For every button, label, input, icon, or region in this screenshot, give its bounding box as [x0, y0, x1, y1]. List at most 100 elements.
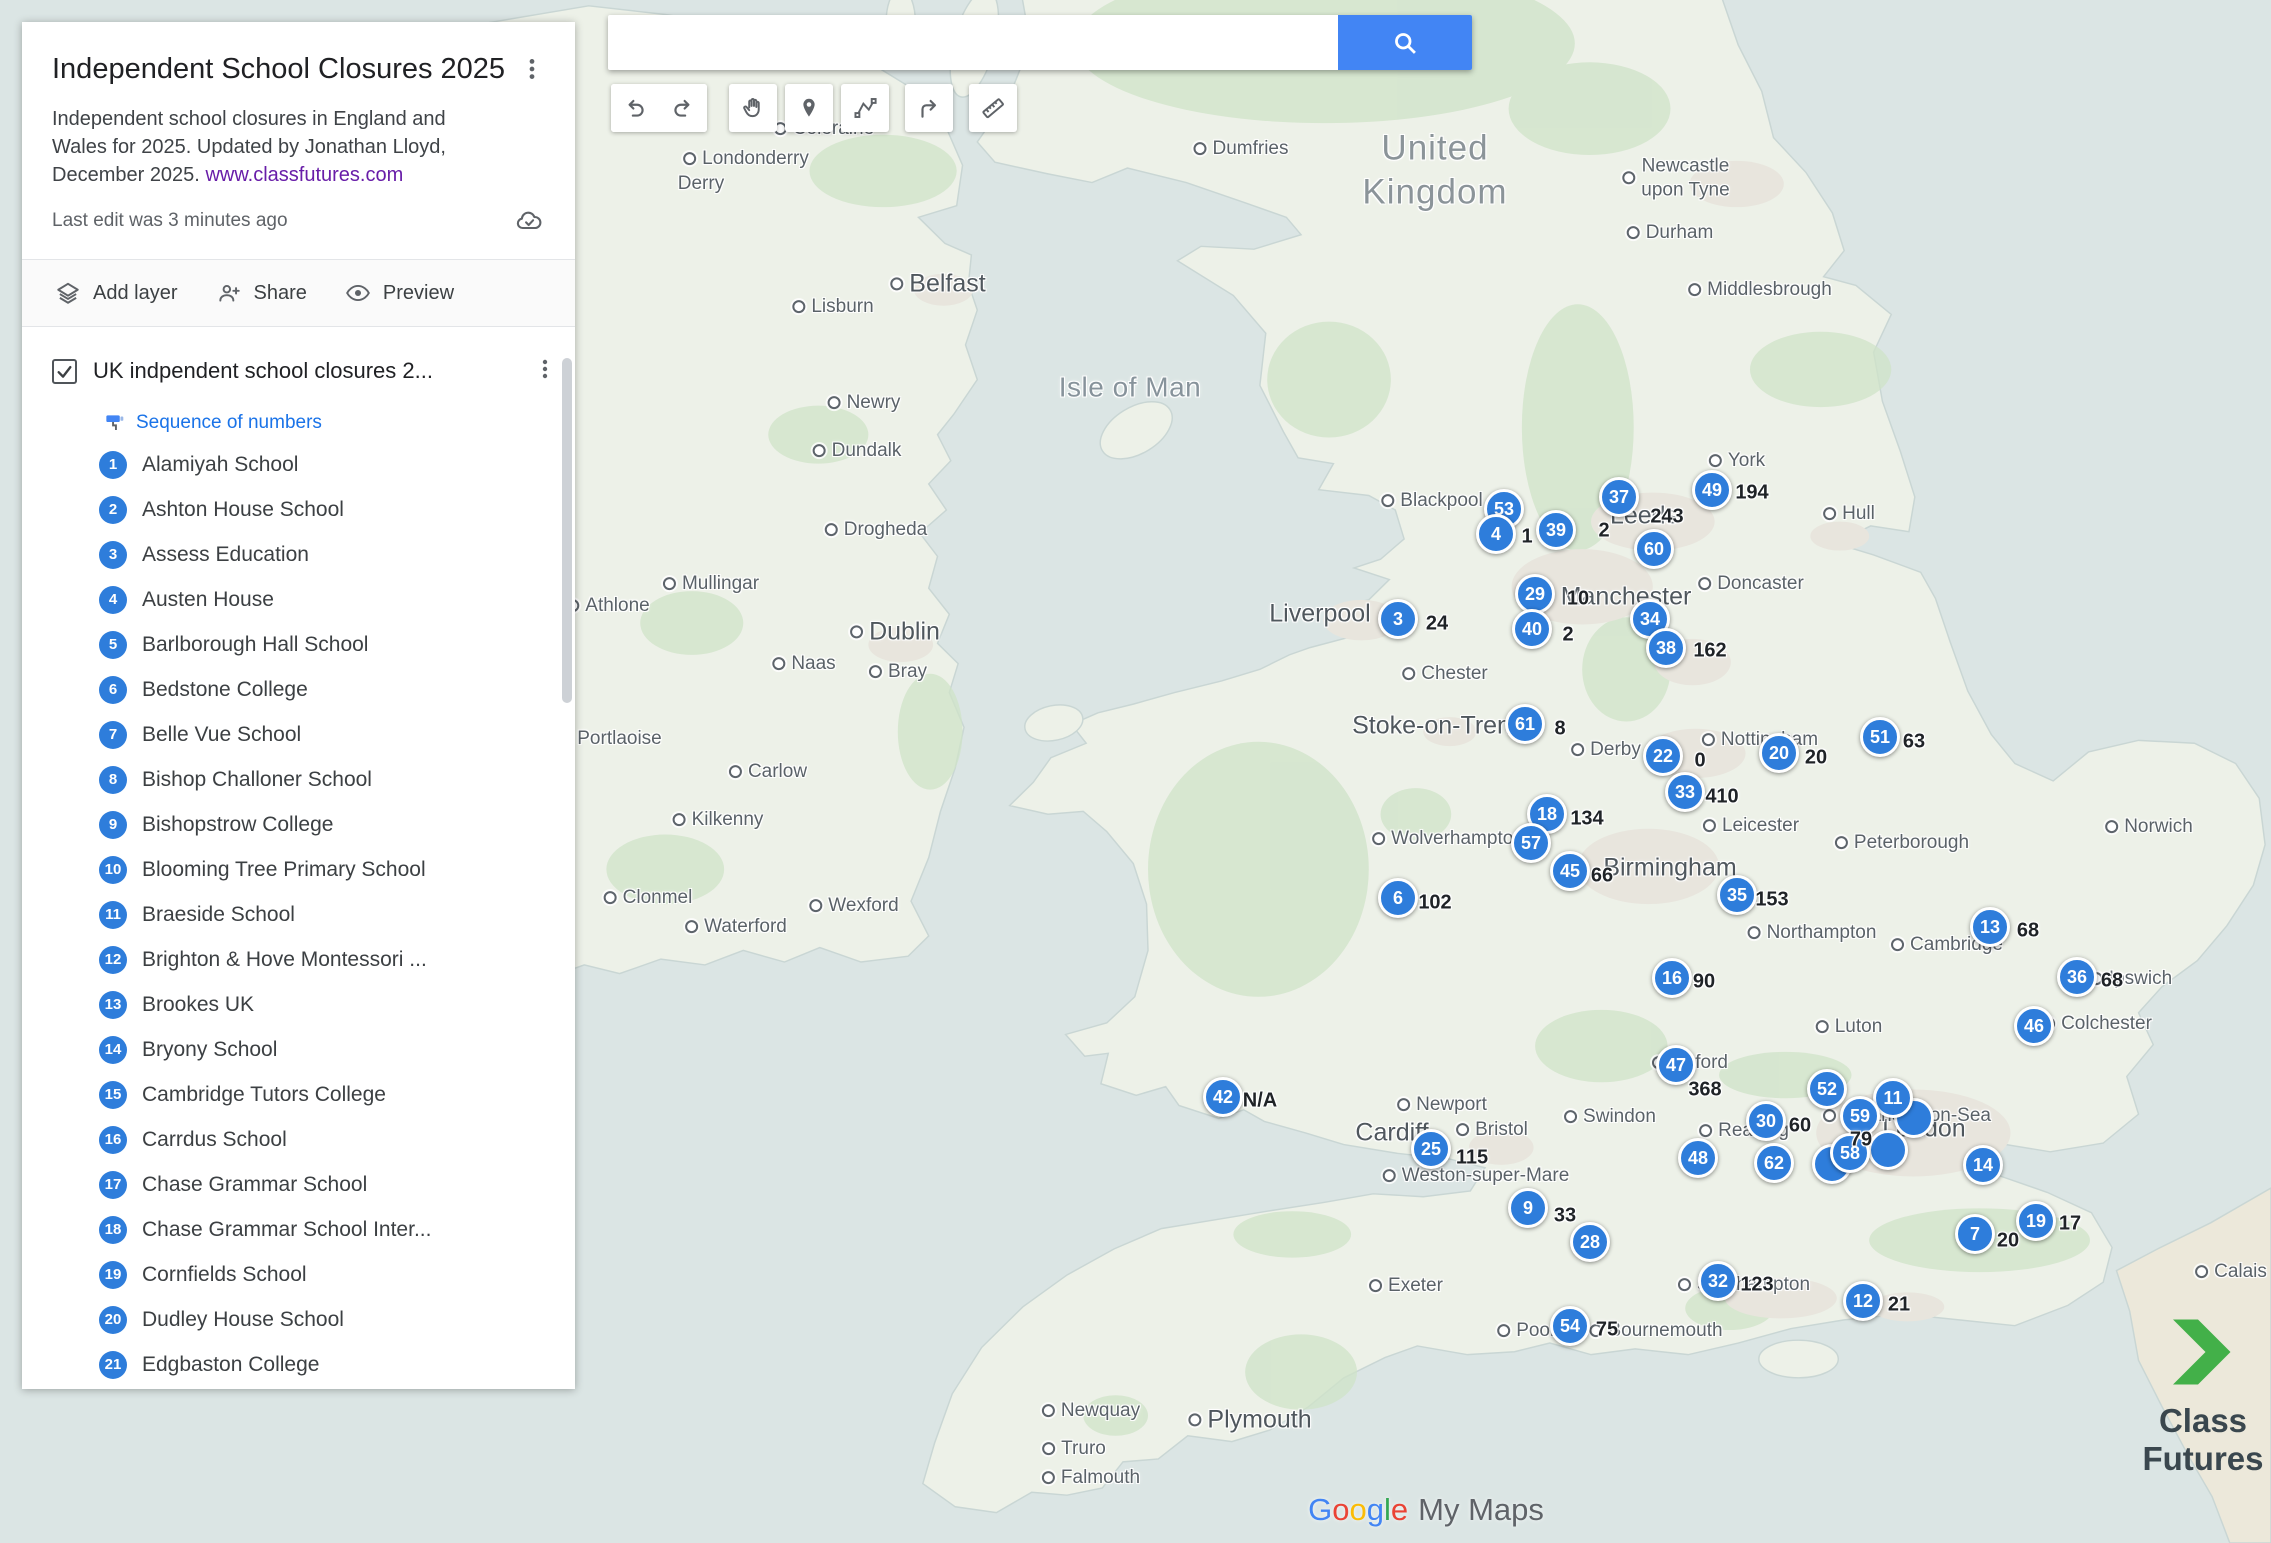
marker-count-label: 2 [1562, 624, 1573, 647]
checkmark-icon [55, 362, 74, 381]
redo-button[interactable] [659, 84, 707, 132]
description-link[interactable]: www.classfutures.com [205, 164, 403, 186]
style-paint-roller-icon [103, 411, 126, 434]
school-number-badge: 19 [99, 1261, 127, 1289]
school-list-item[interactable]: 21 Edgbaston College [22, 1342, 575, 1387]
marker-count-label: 153 [1755, 889, 1788, 912]
pan-tool-button[interactable] [729, 84, 777, 132]
school-number-badge: 7 [99, 721, 127, 749]
school-name: Bishopstrow College [142, 813, 363, 837]
layer-section: UK indpendent school closures 2... Seque… [22, 327, 575, 1387]
class-futures-logo: Class Futures [2118, 1312, 2271, 1478]
kebab-menu-icon [519, 54, 545, 84]
marker-count-label: 368 [1688, 1079, 1721, 1102]
school-list-item[interactable]: 17 Chase Grammar School [22, 1162, 575, 1207]
map-info-panel: Independent School Closures 2025 Indepen… [22, 22, 575, 1389]
school-list-item[interactable]: 5 Barlborough Hall School [22, 622, 575, 667]
measure-tool-button[interactable] [969, 84, 1017, 132]
school-number-badge: 2 [99, 496, 127, 524]
layer-visibility-checkbox[interactable] [52, 359, 77, 384]
marker-count-label: 243 [1650, 506, 1683, 529]
school-name: Assess Education [142, 543, 339, 567]
google-logo-letter: e [1391, 1492, 1408, 1528]
search-input[interactable] [608, 15, 1338, 70]
school-name: Brighton & Hove Montessori ... [142, 948, 457, 972]
school-number-badge: 8 [99, 766, 127, 794]
school-number-badge: 4 [99, 586, 127, 614]
school-list-item[interactable]: 10 Blooming Tree Primary School [22, 847, 575, 892]
map-title: Independent School Closures 2025 [52, 52, 505, 87]
google-logo-letter: o [1332, 1492, 1349, 1528]
school-list-item[interactable]: 1 Alamiyah School [22, 442, 575, 487]
preview-button[interactable]: Preview [345, 280, 454, 306]
school-number-badge: 11 [99, 901, 127, 929]
school-name: Cornfields School [142, 1263, 337, 1287]
school-list-item[interactable]: 12 Brighton & Hove Montessori ... [22, 937, 575, 982]
panel-actions: Add layer Share Preview [22, 260, 575, 326]
school-name: Belle Vue School [142, 723, 331, 747]
school-number-badge: 1 [99, 451, 127, 479]
school-list-item[interactable]: 4 Austen House [22, 577, 575, 622]
school-name: Brookes UK [142, 993, 284, 1017]
marker-count-label: 123 [1740, 1274, 1773, 1297]
marker-count-label: 2 [1598, 520, 1609, 543]
add-marker-tool-button[interactable] [785, 84, 833, 132]
school-number-badge: 21 [99, 1351, 127, 1379]
marker-count-label: 33 [1554, 1205, 1576, 1228]
add-directions-button[interactable] [905, 84, 953, 132]
school-number-badge: 5 [99, 631, 127, 659]
marker-count-label: 75 [1596, 1319, 1618, 1342]
school-list-item[interactable]: 14 Bryony School [22, 1027, 575, 1072]
school-list-item[interactable]: 19 Cornfields School [22, 1252, 575, 1297]
school-list-item[interactable]: 2 Ashton House School [22, 487, 575, 532]
school-list-item[interactable]: 8 Bishop Challoner School [22, 757, 575, 802]
share-button[interactable]: Share [216, 280, 307, 306]
school-name: Chase Grammar School [142, 1173, 397, 1197]
school-name: Austen House [142, 588, 304, 612]
google-my-maps-app: { "colors":{"marker_blue":"#2e7ddb","acc… [0, 0, 2271, 1543]
logo-line1: Class [2118, 1402, 2271, 1440]
school-number-badge: 6 [99, 676, 127, 704]
school-list-item[interactable]: 7 Belle Vue School [22, 712, 575, 757]
school-number-badge: 9 [99, 811, 127, 839]
search-icon [1391, 29, 1419, 57]
school-list-item[interactable]: 11 Braeside School [22, 892, 575, 937]
school-number-badge: 18 [99, 1216, 127, 1244]
school-name: Dudley House School [142, 1308, 374, 1332]
school-list-item[interactable]: 16 Carrdus School [22, 1117, 575, 1162]
school-number-badge: 10 [99, 856, 127, 884]
school-number-badge: 17 [99, 1171, 127, 1199]
school-number-badge: 14 [99, 1036, 127, 1064]
google-my-maps-watermark: Google My Maps [1308, 1492, 1544, 1528]
draw-line-tool-button[interactable] [841, 84, 889, 132]
layer-style-button[interactable]: Sequence of numbers [103, 411, 575, 434]
school-list-item[interactable]: 3 Assess Education [22, 532, 575, 577]
school-name: Blooming Tree Primary School [142, 858, 456, 882]
school-list-item[interactable]: 13 Brookes UK [22, 982, 575, 1027]
share-label: Share [254, 282, 307, 305]
school-name: Ashton House School [142, 498, 374, 522]
marker-count-label: 20 [1997, 1230, 2019, 1253]
map-description: Independent school closures in England a… [52, 105, 549, 189]
add-layer-button[interactable]: Add layer [55, 280, 178, 306]
school-name: Barlborough Hall School [142, 633, 398, 657]
school-list-item[interactable]: 15 Cambridge Tutors College [22, 1072, 575, 1117]
school-list-item[interactable]: 18 Chase Grammar School Inter... [22, 1207, 575, 1252]
map-overflow-menu-button[interactable] [515, 52, 549, 91]
panel-scrollbar[interactable] [562, 358, 572, 703]
marker-count-label: 17 [2059, 1213, 2081, 1236]
directions-icon [916, 95, 942, 121]
school-list-item[interactable]: 6 Bedstone College [22, 667, 575, 712]
layer-name[interactable]: UK indpendent school closures 2... [93, 358, 513, 384]
hand-pan-icon [740, 95, 766, 121]
layer-options-button[interactable] [529, 353, 561, 390]
marker-count-label: 79 [1850, 1129, 1872, 1152]
undo-button[interactable] [611, 84, 659, 132]
school-list-item[interactable]: 20 Dudley House School [22, 1297, 575, 1342]
my-maps-text: My Maps [1418, 1492, 1544, 1528]
school-list-item[interactable]: 9 Bishopstrow College [22, 802, 575, 847]
school-number-badge: 3 [99, 541, 127, 569]
search-button[interactable] [1338, 15, 1472, 70]
last-edit-text[interactable]: Last edit was 3 minutes ago [52, 210, 288, 232]
google-logo-letter: G [1308, 1492, 1332, 1528]
